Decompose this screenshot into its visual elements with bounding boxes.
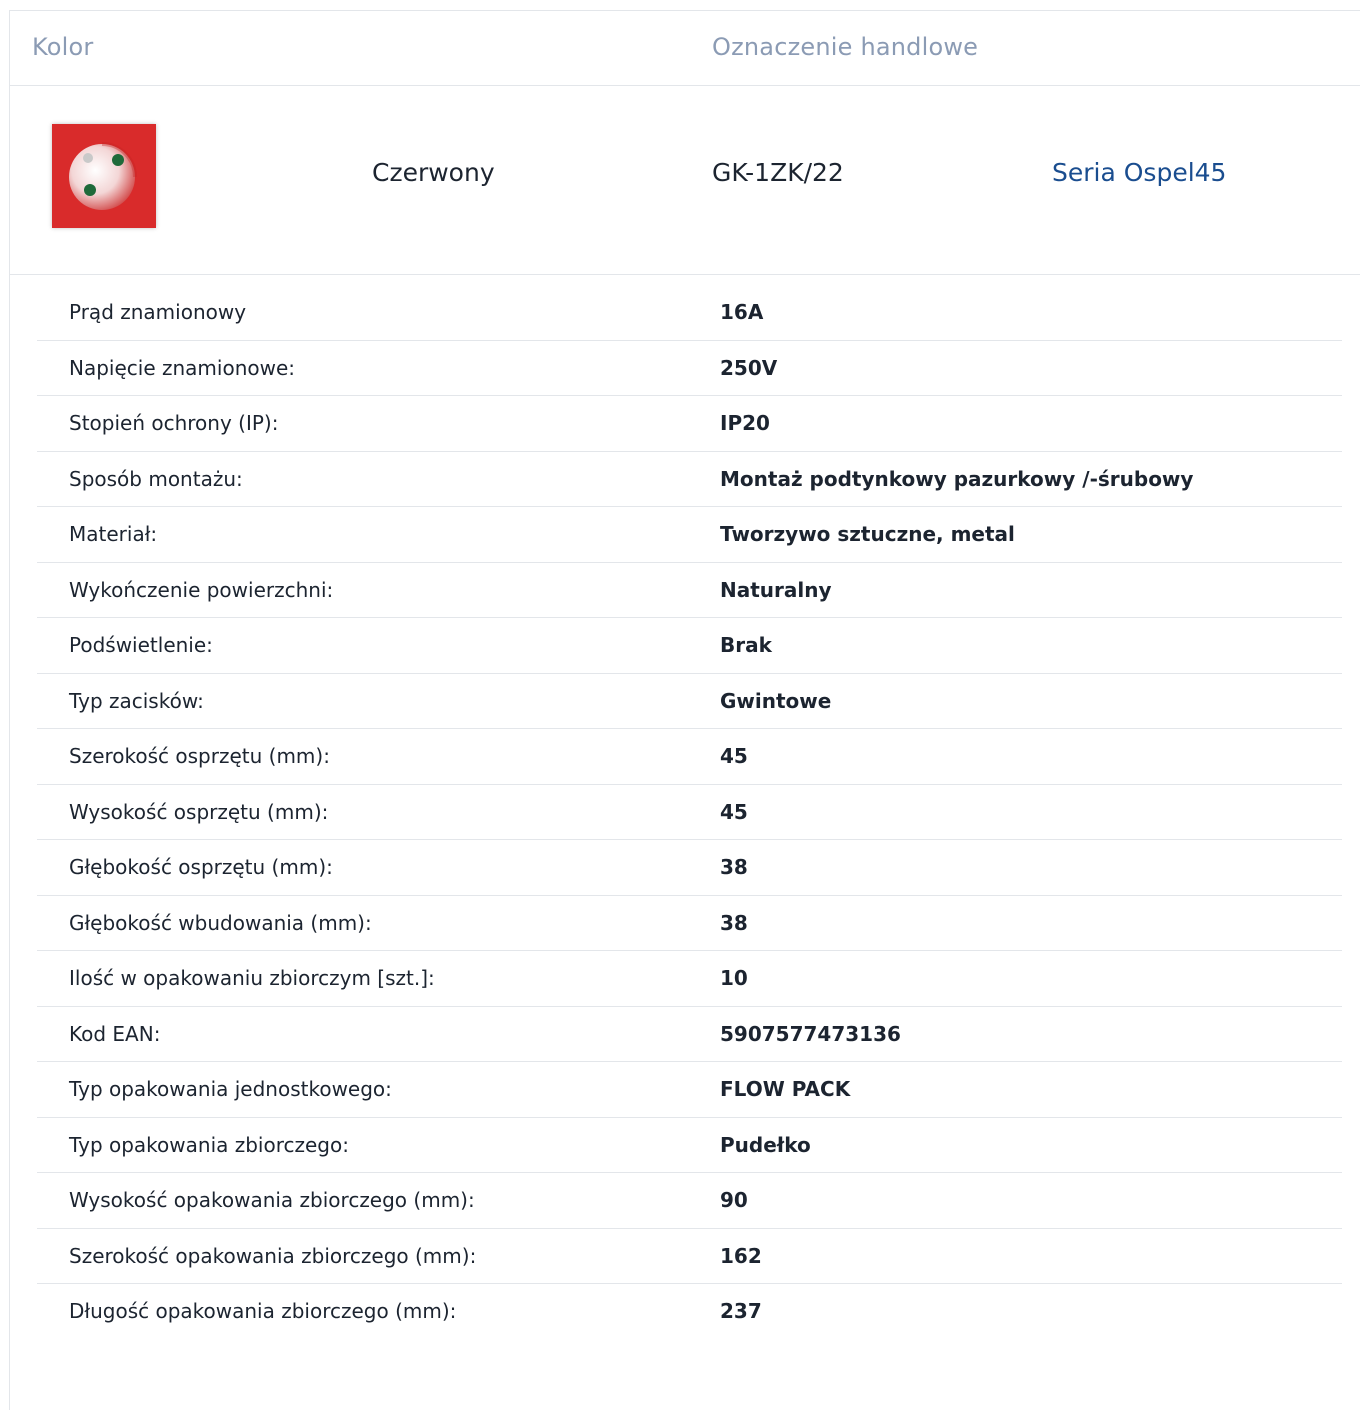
column-header-trade-name: Oznaczenie handlowe (712, 33, 979, 61)
spec-label: Stopień ochrony (IP): (69, 411, 279, 435)
table-row: Typ opakowania jednostkowego: FLOW PACK (37, 1062, 1342, 1118)
spec-value: Gwintowe (720, 688, 832, 713)
table-row: Wysokość opakowania zbiorczego (mm): 90 (37, 1173, 1342, 1229)
spec-label: Typ zacisków: (69, 688, 204, 713)
spec-value: 90 (720, 1188, 748, 1212)
spec-label: Materiał: (69, 522, 158, 546)
spec-label: Prąd znamionowy (69, 300, 247, 324)
spec-value: IP20 (720, 411, 770, 435)
spec-value: Pudełko (720, 1132, 811, 1157)
spec-label: Ilość w opakowaniu zbiorczym [szt.]: (69, 966, 435, 990)
spec-value: 237 (720, 1299, 762, 1323)
table-row: Typ zacisków: Gwintowe (37, 674, 1342, 729)
table-row: Ilość w opakowaniu zbiorczym [szt.]: 10 (37, 951, 1342, 1007)
spec-value: FLOW PACK (720, 1077, 851, 1101)
table-row: Szerokość osprzętu (mm): 45 (37, 729, 1342, 785)
red-socket-icon (52, 124, 156, 228)
spec-label: Głębokość wbudowania (mm): (69, 910, 372, 935)
spec-value: 162 (720, 1243, 762, 1268)
table-row: Głębokość wbudowania (mm): 38 (37, 896, 1342, 951)
table-row: Prąd znamionowy 16A (37, 285, 1342, 341)
table-row: Wykończenie powierzchni: Naturalny (37, 563, 1342, 618)
spec-value: 5907577473136 (720, 1021, 901, 1046)
table-row: Typ opakowania zbiorczego: Pudełko (37, 1118, 1342, 1173)
column-header-color: Kolor (32, 33, 94, 61)
table-row: Napięcie znamionowe: 250V (37, 341, 1342, 396)
spec-value: Brak (720, 633, 772, 657)
spec-label: Sposób montażu: (69, 466, 243, 491)
spec-label: Kod EAN: (69, 1021, 161, 1046)
table-row: Sposób montażu: Montaż podtynkowy pazurko… (37, 452, 1342, 507)
spec-value: 250V (720, 355, 778, 380)
table-row: Materiał: Tworzywo sztuczne, metal (37, 507, 1342, 563)
table-row: Wysokość osprzętu (mm): 45 (37, 785, 1342, 840)
table-row: Długość opakowania zbiorczego (mm): 237 (37, 1284, 1342, 1340)
table-row: Stopień ochrony (IP): IP20 (37, 396, 1342, 452)
table-row: Kod EAN: 5907577473136 (37, 1007, 1342, 1062)
spec-value: Naturalny (720, 577, 832, 602)
spec-label: Typ opakowania zbiorczego: (69, 1132, 349, 1157)
spec-label: Podświetlenie: (69, 633, 213, 657)
spec-label: Wysokość opakowania zbiorczego (mm): (69, 1188, 475, 1212)
spec-label: Wysokość osprzętu (mm): (69, 799, 329, 824)
table-row: Podświetlenie: Brak (37, 618, 1342, 674)
spec-label: Napięcie znamionowe: (69, 355, 296, 380)
spec-label: Długość opakowania zbiorczego (mm): (69, 1299, 457, 1323)
spec-label: Typ opakowania jednostkowego: (69, 1077, 392, 1101)
spec-value: 45 (720, 799, 748, 824)
spec-label: Szerokość opakowania zbiorczego (mm): (69, 1243, 477, 1268)
spec-value: 45 (720, 744, 748, 768)
spec-value: Tworzywo sztuczne, metal (720, 522, 1015, 546)
spec-label: Wykończenie powierzchni: (69, 577, 334, 602)
spec-value: Montaż podtynkowy pazurkowy /-śrubowy (720, 466, 1194, 491)
product-trade-name: GK-1ZK/22 (712, 158, 844, 187)
spec-table: Prąd znamionowy 16A Napięcie znamionowe: 25… (37, 285, 1342, 1340)
product-color-value: Czerwony (372, 158, 495, 187)
spec-value: 38 (720, 910, 748, 935)
spec-value: 38 (720, 855, 748, 879)
spec-value: 10 (720, 966, 748, 990)
table-row: Szerokość opakowania zbiorczego (mm): 162 (37, 1229, 1342, 1284)
product-row: Czerwony GK-1ZK/22 Seria Ospel45 (10, 86, 1360, 275)
table-header: Kolor Oznaczenie handlowe (10, 11, 1360, 86)
spec-value: 16A (720, 300, 764, 324)
spec-label: Głębokość osprzętu (mm): (69, 855, 333, 879)
series-link[interactable]: Seria Ospel45 (1052, 158, 1226, 187)
table-row: Głębokość osprzętu (mm): 38 (37, 840, 1342, 896)
spec-label: Szerokość osprzętu (mm): (69, 744, 330, 768)
